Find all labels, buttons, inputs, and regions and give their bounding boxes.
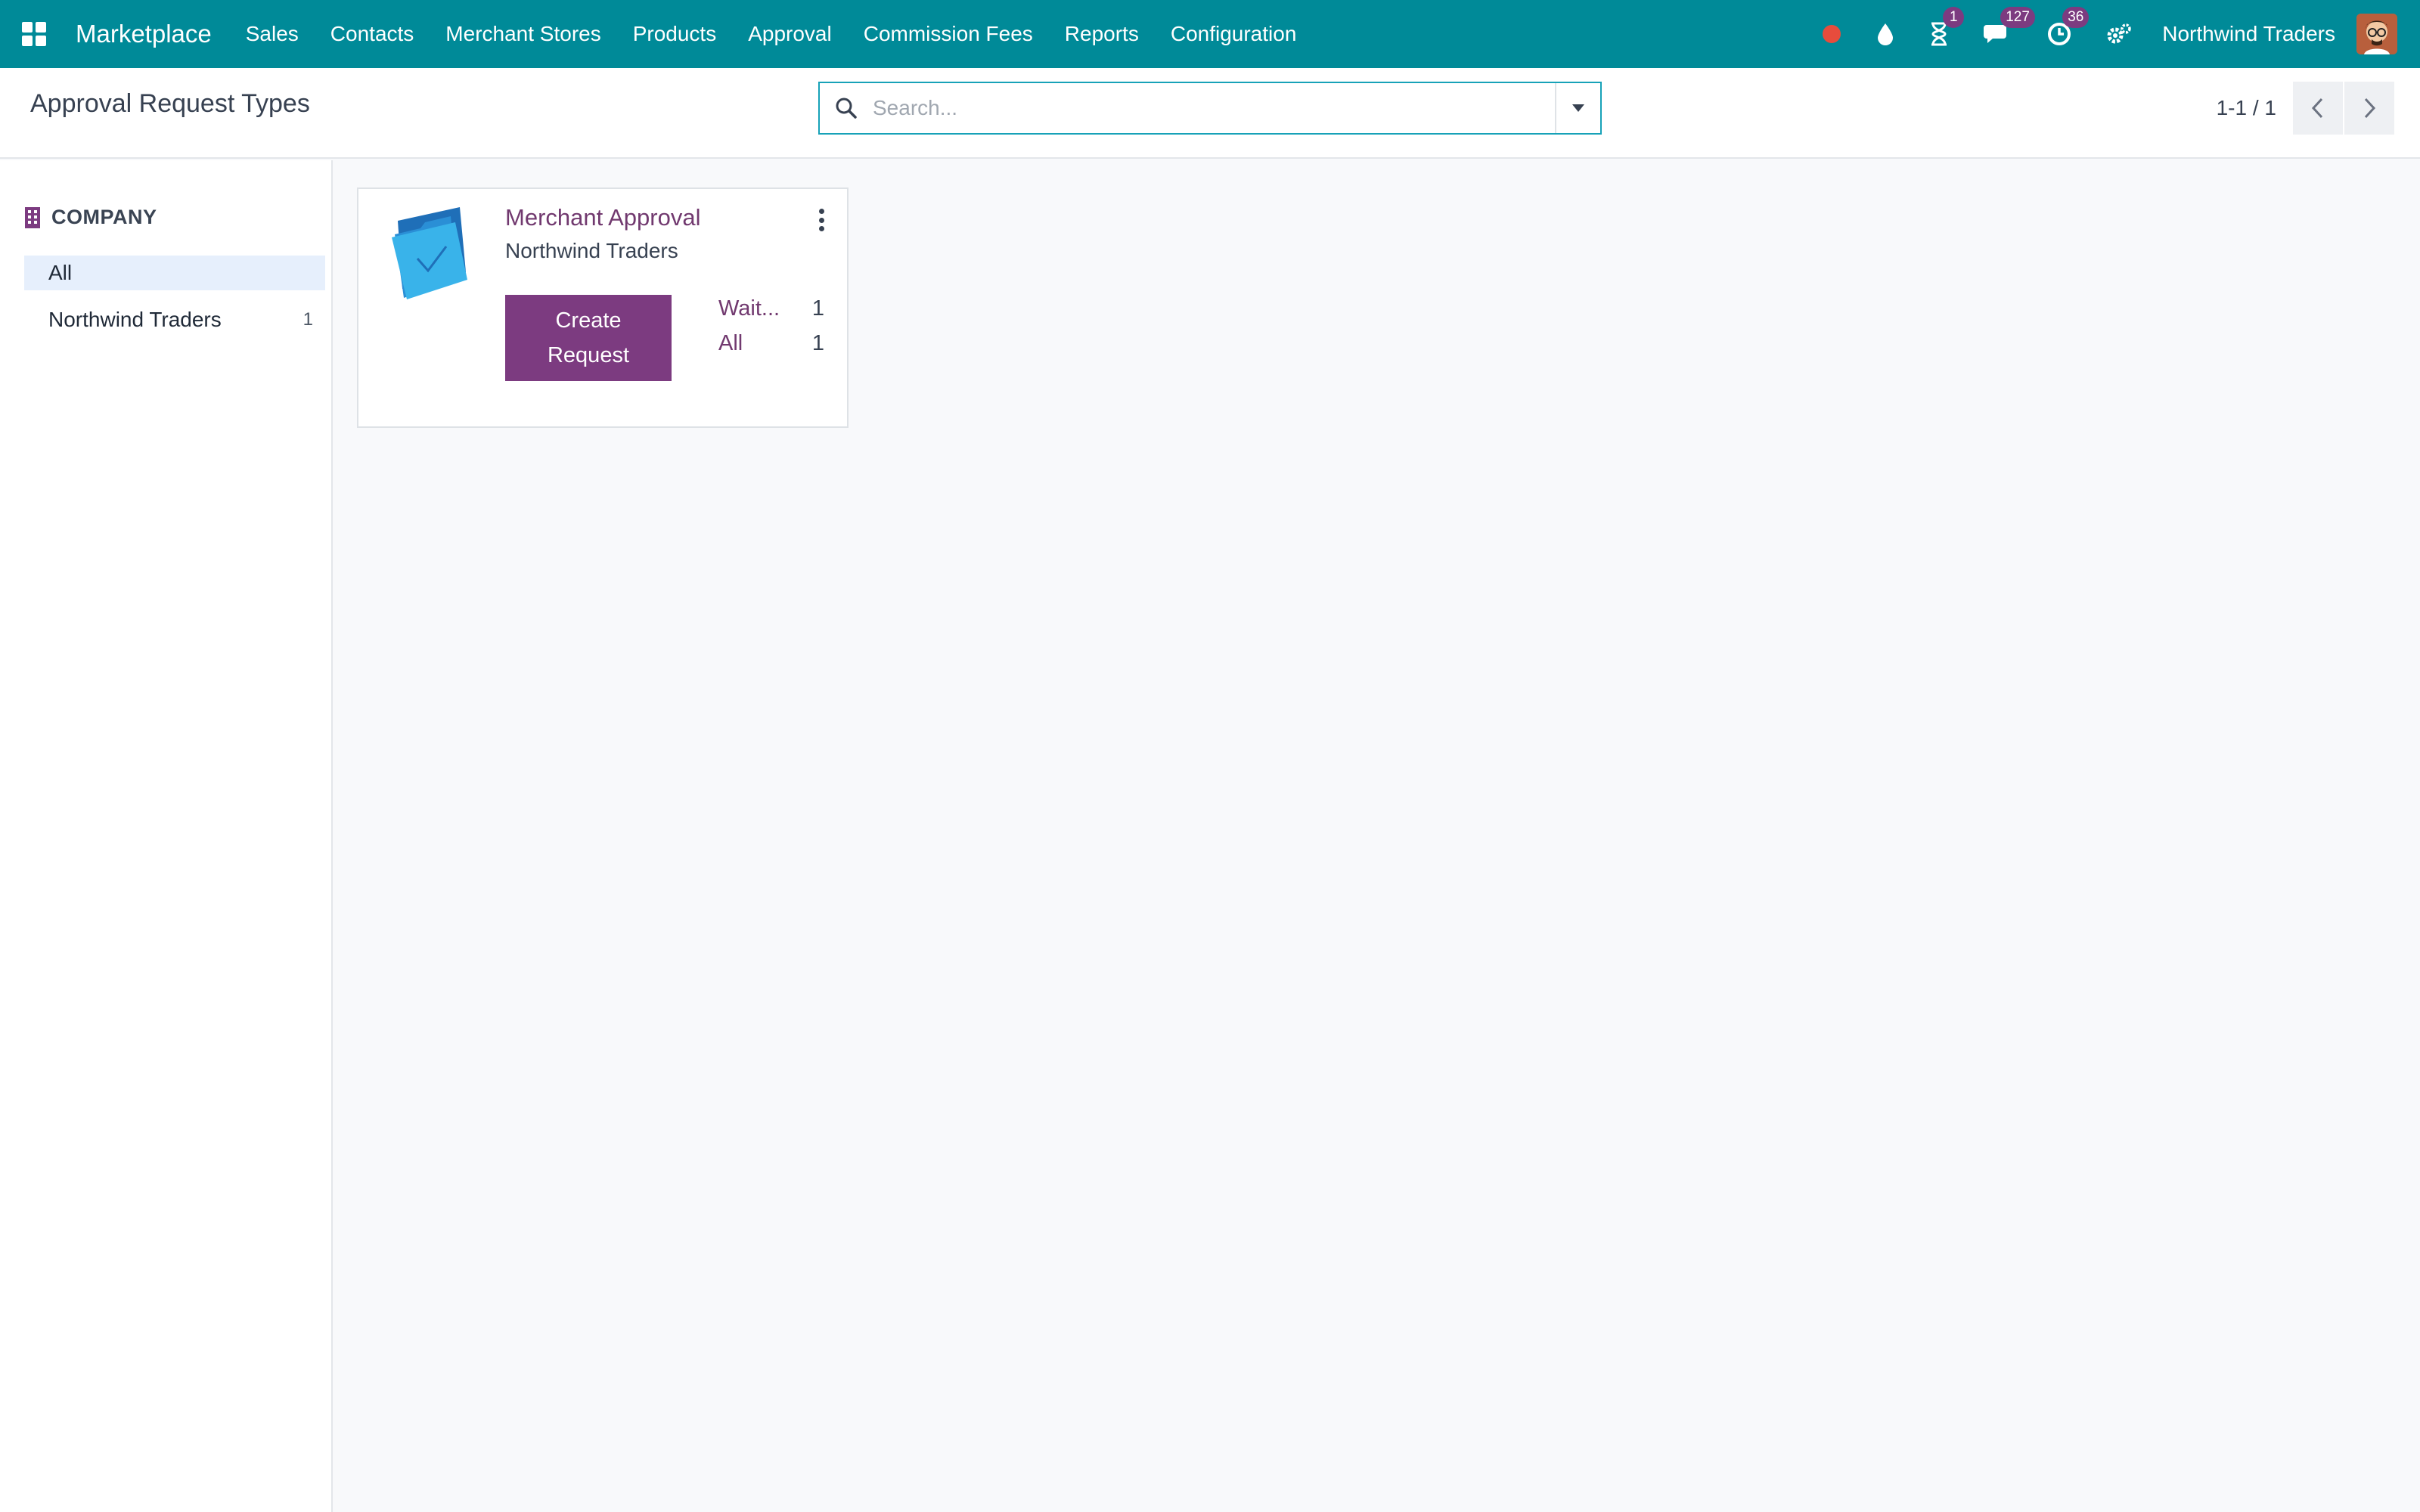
company-filter-northwind-traders[interactable]: Northwind Traders 1 <box>24 302 325 337</box>
company-switcher[interactable]: Northwind Traders <box>2162 22 2335 46</box>
drop-icon[interactable] <box>1876 22 1894 46</box>
card-company: Northwind Traders <box>505 239 678 262</box>
filter-item-label: All <box>48 261 73 284</box>
stat-value: 1 <box>811 331 824 355</box>
pager-previous-button[interactable] <box>2293 82 2343 135</box>
app-menu-icon[interactable] <box>0 0 68 68</box>
pager-value[interactable]: 1-1 / 1 <box>2217 96 2276 120</box>
search-input[interactable] <box>873 85 1555 131</box>
settings-gear-icon[interactable] <box>2106 22 2132 46</box>
pager-next-button[interactable] <box>2344 82 2394 135</box>
menu-commission-fees[interactable]: Commission Fees <box>848 0 1049 68</box>
messages-badge: 127 <box>2000 7 2035 28</box>
systray: 1 127 36 Northwind Traders <box>1787 0 2397 68</box>
top-navbar: Marketplace Sales Contacts Merchant Stor… <box>0 0 2420 68</box>
pager: 1-1 / 1 <box>2217 82 2394 135</box>
menu-products[interactable]: Products <box>617 0 733 68</box>
approval-folder-icon <box>387 204 478 305</box>
clock-badge: 36 <box>2062 7 2090 28</box>
menu-configuration[interactable]: Configuration <box>1155 0 1313 68</box>
approval-type-card[interactable]: Merchant Approval Northwind Traders Crea… <box>357 187 849 428</box>
stat-label[interactable]: All <box>718 331 743 356</box>
menu-approval[interactable]: Approval <box>732 0 848 68</box>
search-bar <box>818 82 1602 135</box>
control-panel: Approval Request Types 1-1 / 1 <box>0 68 2420 159</box>
page-title: Approval Request Types <box>30 89 310 118</box>
search-panel-sidebar: COMPANY All Northwind Traders 1 <box>0 160 333 1512</box>
user-avatar[interactable] <box>2356 14 2397 54</box>
stat-label[interactable]: Wait... <box>718 296 780 321</box>
stat-waiting[interactable]: Wait... 1 <box>718 296 824 321</box>
company-filter-all[interactable]: All <box>24 256 325 290</box>
chevron-left-icon <box>2311 98 2323 119</box>
main-menu: Sales Contacts Merchant Stores Products … <box>230 0 1313 68</box>
activities-badge: 1 <box>1943 7 1965 28</box>
company-filter-heading: COMPANY <box>24 206 157 229</box>
messages-icon[interactable]: 127 <box>1984 7 2035 46</box>
record-icon[interactable] <box>1822 24 1841 44</box>
app-brand[interactable]: Marketplace <box>76 20 212 48</box>
filter-item-label: Northwind Traders <box>48 308 222 331</box>
card-title[interactable]: Merchant Approval <box>505 204 700 231</box>
caret-down-icon <box>1572 104 1584 112</box>
activities-icon[interactable]: 1 <box>1929 7 1965 46</box>
menu-contacts[interactable]: Contacts <box>315 0 430 68</box>
filter-heading-label: COMPANY <box>51 206 157 228</box>
stat-value: 1 <box>811 296 824 321</box>
search-icon <box>820 83 873 133</box>
menu-merchant-stores[interactable]: Merchant Stores <box>430 0 616 68</box>
create-request-button[interactable]: Create Request <box>505 295 672 381</box>
search-options-toggle[interactable] <box>1555 83 1600 133</box>
clock-icon[interactable]: 36 <box>2047 7 2090 46</box>
menu-reports[interactable]: Reports <box>1049 0 1155 68</box>
menu-sales[interactable]: Sales <box>230 0 315 68</box>
chevron-right-icon <box>2364 98 2376 119</box>
filter-item-count: 1 <box>302 309 313 330</box>
card-options-icon[interactable] <box>812 209 830 231</box>
stat-all[interactable]: All 1 <box>718 331 824 356</box>
building-icon <box>25 206 40 228</box>
